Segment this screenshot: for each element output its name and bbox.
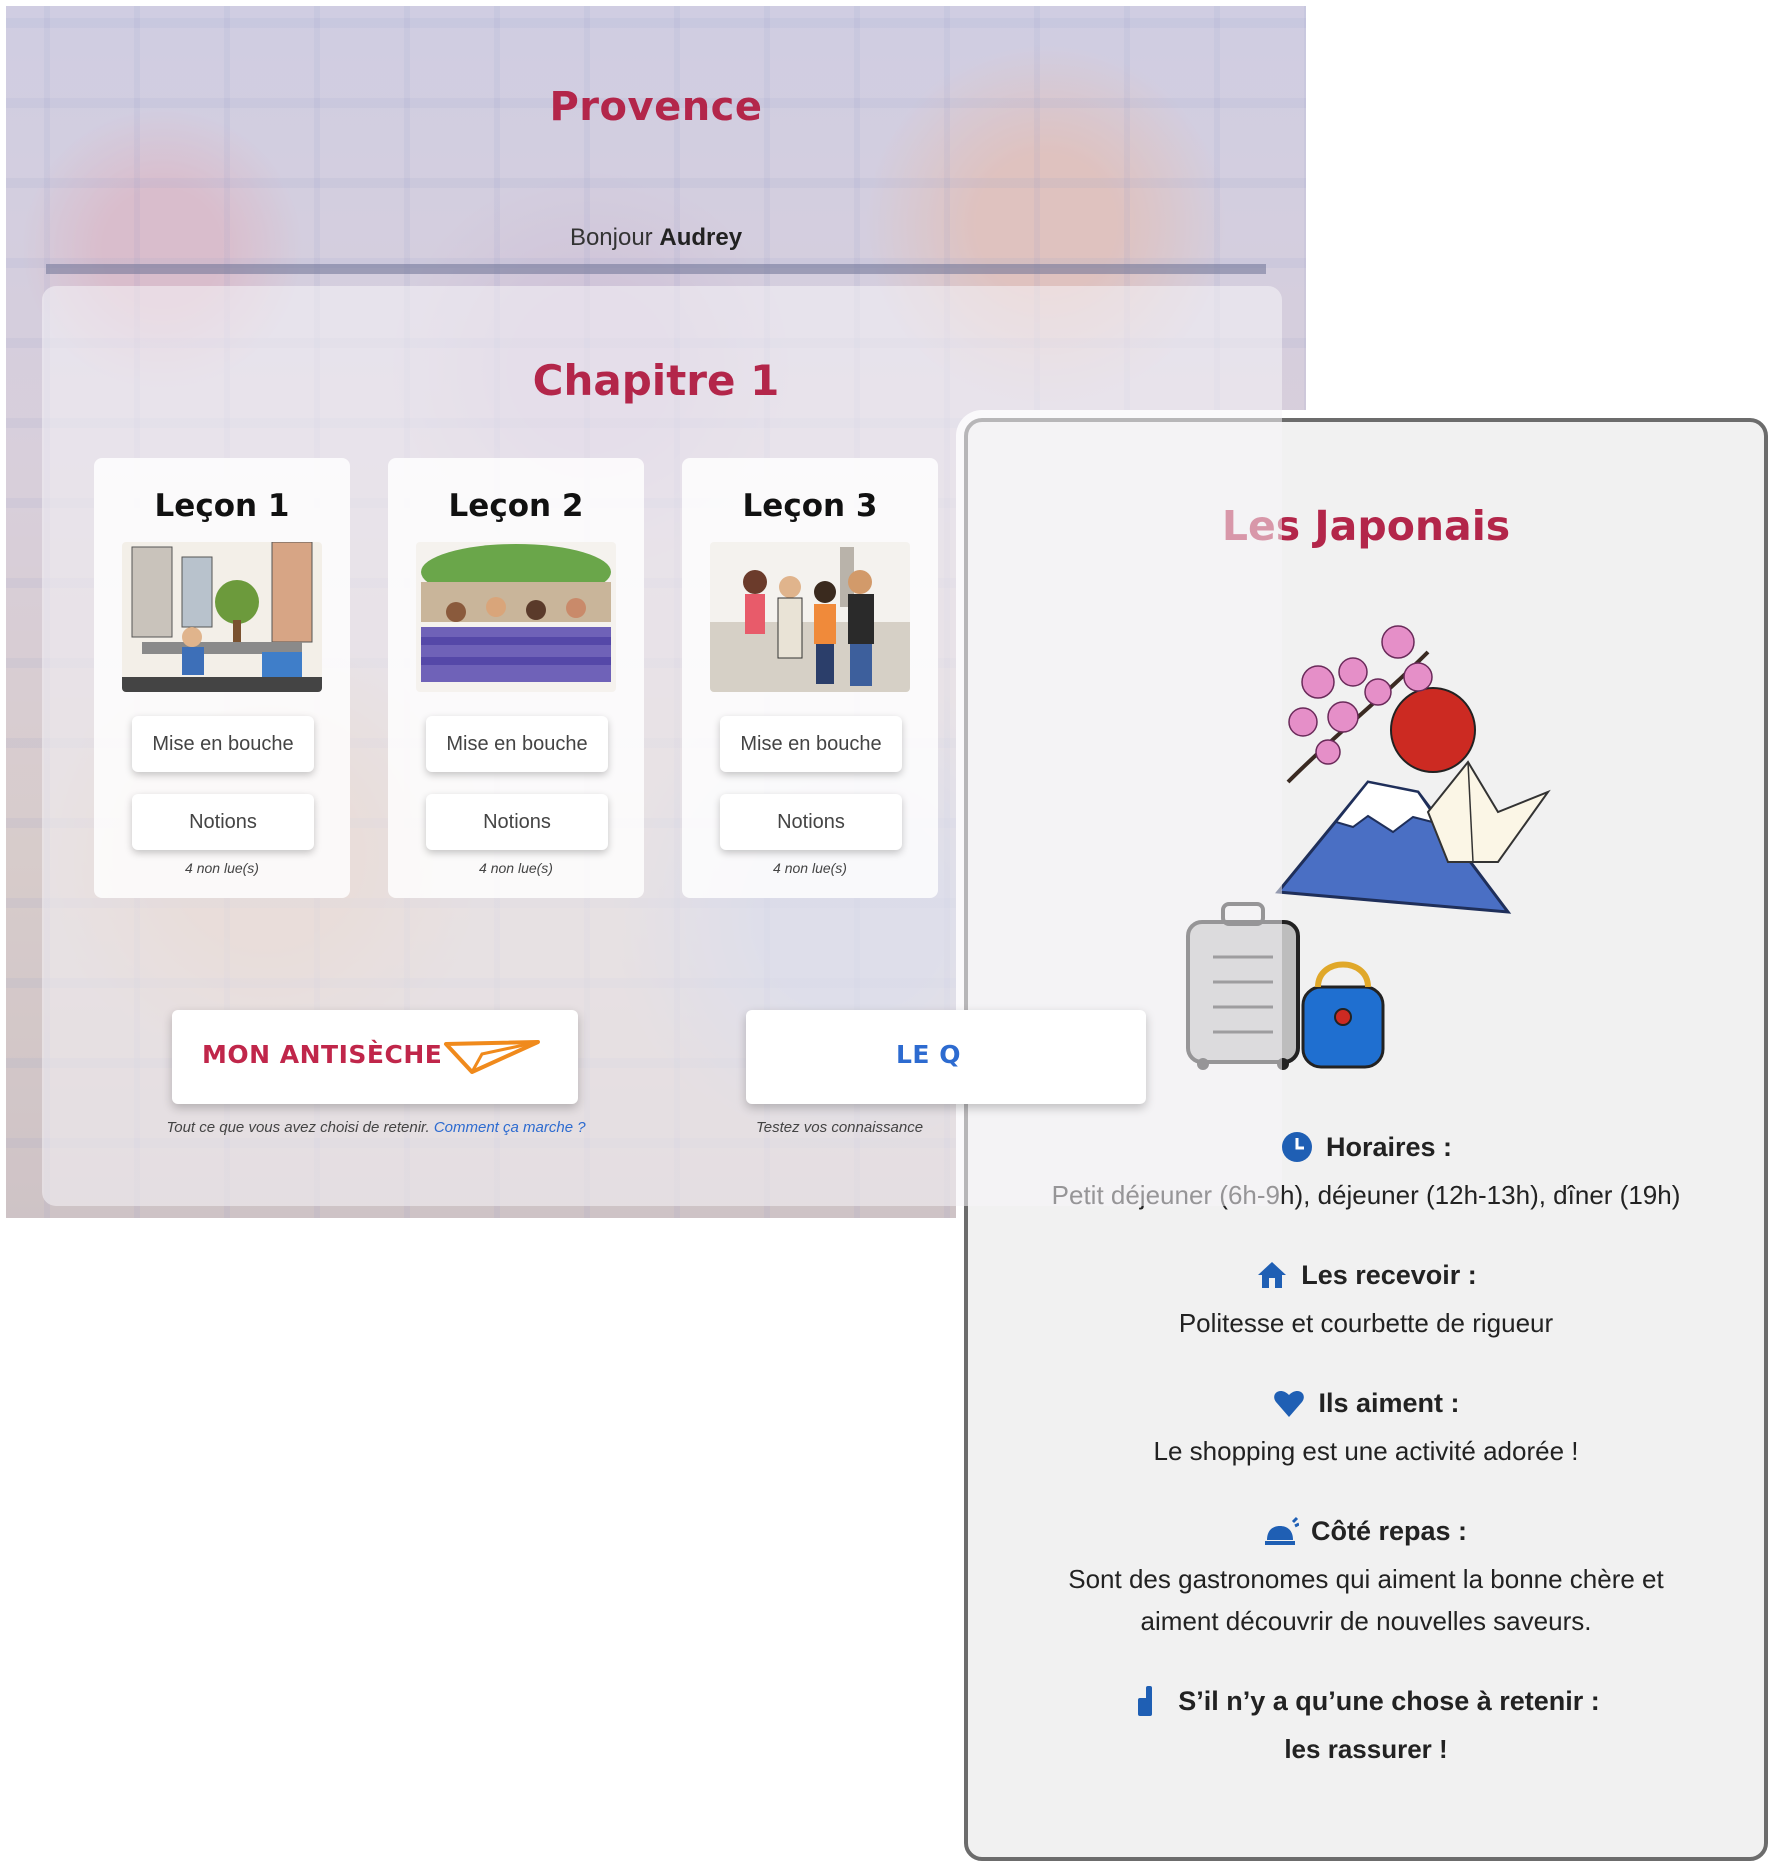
section-heading: Ils aiment : [1318, 1387, 1460, 1418]
mise-en-bouche-button[interactable]: Mise en bouche [426, 716, 608, 772]
lesson-title: Leçon 1 [154, 488, 290, 524]
lesson-illustration-lavender [416, 542, 616, 692]
section-heading: Horaires : [1325, 1131, 1453, 1162]
unread-count: 4 non lue(s) [185, 860, 259, 876]
notions-button[interactable]: Notions [426, 794, 608, 850]
section-a-retenir: S’il n’y a qu’une chose à retenir : les … [968, 1684, 1764, 1770]
section-heading: S’il n’y a qu’une chose à retenir : [1178, 1685, 1600, 1716]
greeting: Bonjour Audrey [6, 224, 1306, 252]
cheatsheet-caption-text: Tout ce que vous avez choisi de retenir. [166, 1119, 430, 1136]
section-heading: Côté repas : [1310, 1515, 1468, 1546]
cheatsheet-label: MON ANTISÈCHE [202, 1040, 443, 1069]
heart-icon [1274, 1391, 1305, 1417]
section-body: Sont des gastronomes qui aiment la bonne… [968, 1558, 1764, 1642]
notions-button[interactable]: Notions [720, 794, 902, 850]
lesson-illustration-office [122, 542, 322, 692]
cheatsheet-button[interactable]: MON ANTISÈCHE [172, 1010, 578, 1104]
section-body: Le shopping est une activité adorée ! [1153, 1436, 1579, 1466]
mise-en-bouche-button[interactable]: Mise en bouche [720, 716, 902, 772]
quiz-button[interactable]: LE Q [746, 1010, 1146, 1104]
lesson-card-3[interactable]: Leçon 3 Mise en bouche Notions 4 non lue… [682, 458, 938, 898]
section-ils-aiment: Ils aiment : Le shopping est une activit… [968, 1386, 1764, 1472]
unread-count: 4 non lue(s) [479, 860, 553, 876]
app-window: Provence Bonjour Audrey Chapitre 1 Leçon… [6, 6, 1306, 1218]
app-title: Provence [549, 84, 763, 130]
thumbs-up-icon [1138, 1686, 1153, 1716]
notions-button[interactable]: Notions [132, 794, 314, 850]
home-icon [1258, 1262, 1287, 1288]
cheatsheet-caption: Tout ce que vous avez choisi de retenir.… [156, 1114, 596, 1142]
mise-en-bouche-button[interactable]: Mise en bouche [132, 716, 314, 772]
lesson-illustration-people [710, 542, 910, 692]
unread-count: 4 non lue(s) [773, 860, 847, 876]
section-cote-repas: Côté repas : Sont des gastronomes qui ai… [968, 1514, 1764, 1642]
quiz-label: LE Q [896, 1040, 961, 1069]
chapter-title: Chapitre 1 [532, 356, 780, 405]
section-heading: Les recevoir : [1301, 1259, 1477, 1290]
section-body-line: Sont des gastronomes qui aiment la bonne… [1068, 1564, 1664, 1594]
dish-icon [1264, 1516, 1299, 1545]
user-name: Audrey [659, 224, 743, 251]
how-it-works-link[interactable]: Comment ça marche ? [434, 1119, 586, 1136]
section-body: Politesse et courbette de rigueur [1178, 1308, 1554, 1338]
lesson-card-2[interactable]: Leçon 2 Mise en bouche Notions 4 non lue [388, 458, 644, 898]
greeting-prefix: Bonjour [569, 224, 653, 251]
section-recevoir: Les recevoir : Politesse et courbette de… [968, 1258, 1764, 1344]
lesson-title: Leçon 2 [448, 488, 584, 524]
divider [46, 264, 1266, 274]
section-body: les rassurer ! [1284, 1734, 1448, 1764]
quiz-caption: Testez vos connaissance [756, 1119, 924, 1136]
paper-plane-icon [444, 1040, 540, 1074]
lesson-card-1[interactable]: Leçon 1 Mise en bouche Notions 4 non lue… [94, 458, 350, 898]
section-body-line: aiment découvrir de nouvelles saveurs. [1140, 1606, 1592, 1636]
lesson-title: Leçon 3 [742, 488, 878, 524]
